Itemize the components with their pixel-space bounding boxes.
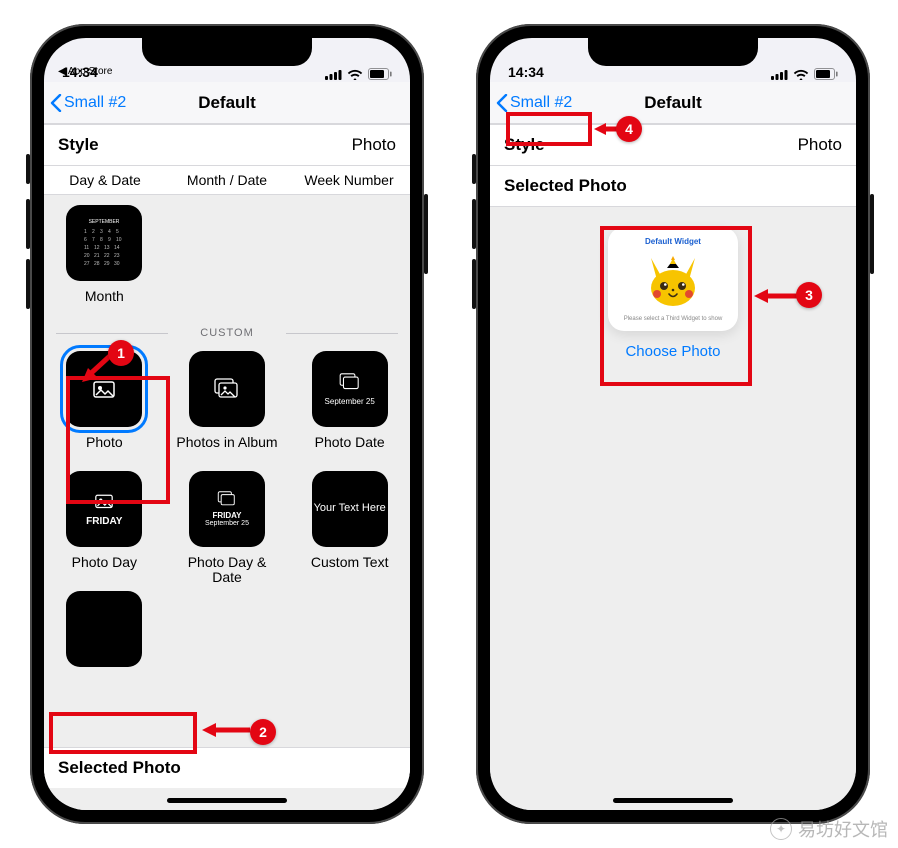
tile-label: Photo Day bbox=[72, 555, 137, 585]
tile-label: Photo bbox=[86, 435, 123, 465]
chevron-left-icon bbox=[496, 94, 508, 112]
svg-text:23: 23 bbox=[114, 253, 120, 259]
wifi-icon bbox=[347, 69, 363, 80]
photos-icon bbox=[217, 491, 237, 507]
custom-divider: CUSTOM bbox=[52, 327, 402, 339]
style-label: Style bbox=[504, 135, 545, 155]
back-to-app[interactable]: ◀ App Store bbox=[58, 66, 112, 77]
signal-icon bbox=[771, 69, 788, 80]
svg-text:6: 6 bbox=[84, 237, 87, 243]
nav-header: Small #2 Default bbox=[44, 82, 410, 124]
pikachu-icon bbox=[643, 250, 703, 310]
svg-text:9: 9 bbox=[108, 237, 111, 243]
photos-icon bbox=[339, 373, 361, 391]
wechat-icon: ✦ bbox=[770, 818, 792, 840]
wifi-icon bbox=[793, 69, 809, 80]
signal-icon bbox=[325, 69, 342, 80]
nav-back-button[interactable]: Small #2 bbox=[44, 82, 132, 123]
selected-photo-label: Selected Photo bbox=[58, 758, 181, 777]
phone-left: 14:34 ◀ App Store Small #2 Default S bbox=[30, 24, 424, 824]
nav-back-label: Small #2 bbox=[64, 94, 126, 112]
segment-day-date[interactable]: Day & Date bbox=[44, 166, 166, 194]
photo-icon bbox=[93, 492, 115, 510]
style-value: Photo bbox=[352, 135, 396, 155]
svg-text:2: 2 bbox=[92, 229, 95, 235]
segment-month-date[interactable]: Month / Date bbox=[166, 166, 288, 194]
blank-thumb bbox=[66, 591, 142, 667]
svg-text:20: 20 bbox=[84, 253, 90, 259]
photo-thumb bbox=[66, 351, 142, 427]
segment-row: Day & Date Month / Date Week Number bbox=[44, 166, 410, 195]
svg-text:10: 10 bbox=[116, 237, 122, 243]
tile-custom-text[interactable]: Your Text Here Custom Text bbox=[297, 467, 402, 587]
custom-text-thumb: Your Text Here bbox=[312, 471, 388, 547]
month-thumb: SEPTEMBER 12345 678910 11121314 20212223… bbox=[66, 205, 142, 281]
svg-text:14: 14 bbox=[114, 245, 120, 251]
nav-back-button[interactable]: Small #2 bbox=[490, 82, 578, 123]
svg-text:27: 27 bbox=[84, 261, 90, 267]
tile-photo-date[interactable]: September 25 Photo Date bbox=[297, 347, 402, 467]
watermark: ✦ 易坊好文馆 bbox=[770, 816, 888, 842]
calendar-icon: SEPTEMBER 12345 678910 11121314 20212223… bbox=[74, 213, 134, 273]
photo-preview-card: Default Widget bbox=[608, 227, 738, 331]
svg-text:1: 1 bbox=[84, 229, 87, 235]
photo-day-thumb: FRIDAY bbox=[66, 471, 142, 547]
card-title: Default Widget bbox=[645, 237, 701, 246]
style-row[interactable]: Style Photo bbox=[44, 124, 410, 166]
tile-label: Month bbox=[85, 289, 124, 319]
nav-back-label: Small #2 bbox=[510, 94, 572, 112]
svg-text:7: 7 bbox=[92, 237, 95, 243]
status-icons bbox=[325, 68, 392, 80]
svg-text:3: 3 bbox=[100, 229, 103, 235]
status-bar: 14:34 ◀ App Store bbox=[44, 38, 410, 82]
card-note: Please select a Third Widget to show bbox=[624, 316, 723, 323]
selected-photo-row: Selected Photo bbox=[490, 166, 856, 207]
photo-date-thumb: September 25 bbox=[312, 351, 388, 427]
svg-text:22: 22 bbox=[104, 253, 110, 259]
svg-text:30: 30 bbox=[114, 261, 120, 267]
home-indicator[interactable] bbox=[613, 798, 733, 803]
choose-photo-button[interactable]: Choose Photo bbox=[625, 343, 720, 360]
photos-album-thumb bbox=[189, 351, 265, 427]
svg-text:8: 8 bbox=[100, 237, 103, 243]
battery-icon bbox=[814, 68, 838, 80]
tile-label: Photo Date bbox=[315, 435, 385, 465]
photos-icon bbox=[214, 378, 240, 400]
watermark-text: 易坊好文馆 bbox=[798, 816, 888, 842]
svg-text:SEPTEMBER: SEPTEMBER bbox=[89, 219, 120, 225]
photo-icon bbox=[91, 378, 117, 400]
tile-photo-day[interactable]: FRIDAY Photo Day bbox=[52, 467, 157, 587]
phone-right: 14:34 Small #2 Default Style Photo bbox=[476, 24, 870, 824]
svg-text:5: 5 bbox=[116, 229, 119, 235]
svg-text:29: 29 bbox=[104, 261, 110, 267]
selected-photo-label: Selected Photo bbox=[504, 176, 627, 196]
svg-text:21: 21 bbox=[94, 253, 100, 259]
home-indicator[interactable] bbox=[167, 798, 287, 803]
nav-header: Small #2 Default bbox=[490, 82, 856, 124]
tile-label: Custom Text bbox=[311, 555, 389, 585]
chevron-left-icon bbox=[50, 94, 62, 112]
tile-photo[interactable]: Photo bbox=[52, 347, 157, 467]
status-bar: 14:34 bbox=[490, 38, 856, 82]
status-time: 14:34 bbox=[508, 64, 578, 80]
segment-week-number[interactable]: Week Number bbox=[288, 166, 410, 194]
style-row[interactable]: Style Photo bbox=[490, 124, 856, 166]
tile-label: Photo Day & Date bbox=[175, 555, 280, 585]
svg-text:4: 4 bbox=[108, 229, 111, 235]
status-icons bbox=[771, 68, 838, 80]
photo-day-date-thumb: FRIDAY September 25 bbox=[189, 471, 265, 547]
tile-month[interactable]: SEPTEMBER 12345 678910 11121314 20212223… bbox=[52, 201, 157, 321]
svg-text:28: 28 bbox=[94, 261, 100, 267]
svg-text:13: 13 bbox=[104, 245, 110, 251]
tile-blank[interactable]: Blank bbox=[52, 587, 157, 707]
tile-photos-album[interactable]: Photos in Album bbox=[175, 347, 280, 467]
style-label: Style bbox=[58, 135, 99, 155]
tile-photo-day-date[interactable]: FRIDAY September 25 Photo Day & Date bbox=[175, 467, 280, 587]
tile-label: Photos in Album bbox=[176, 435, 277, 465]
svg-text:12: 12 bbox=[94, 245, 100, 251]
selected-photo-row[interactable]: Selected Photo bbox=[44, 747, 410, 788]
svg-text:11: 11 bbox=[84, 245, 89, 251]
style-value: Photo bbox=[798, 135, 842, 155]
battery-icon bbox=[368, 68, 392, 80]
